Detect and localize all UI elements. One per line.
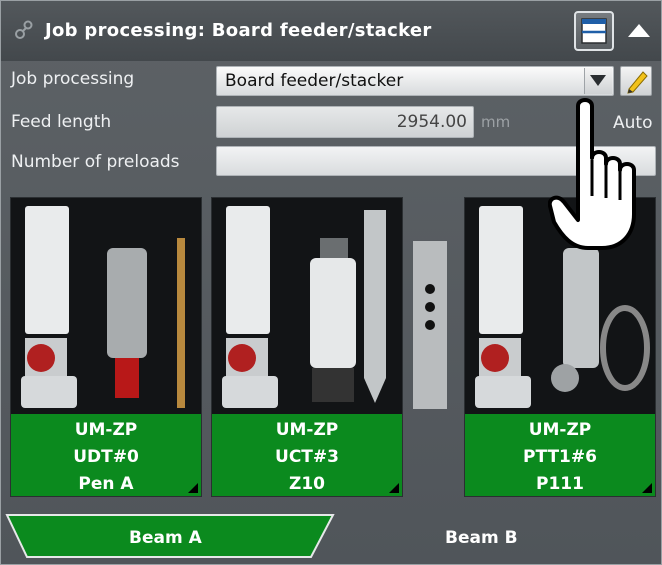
pencil-icon bbox=[627, 71, 648, 94]
tool-card-udt[interactable]: UM-ZP UDT#0 Pen A bbox=[10, 197, 202, 497]
cutting-tool-image bbox=[222, 206, 386, 408]
collapse-up-icon[interactable] bbox=[623, 15, 655, 47]
feed-length-value: 2954.00 bbox=[396, 112, 467, 132]
chevron-down-icon bbox=[590, 75, 606, 86]
panel-title: Job processing: Board feeder/stacker bbox=[45, 20, 432, 41]
tool-card-label: UM-ZP UDT#0 Pen A bbox=[11, 414, 201, 496]
feed-length-unit: mm bbox=[481, 113, 511, 131]
bit-holder-image bbox=[413, 241, 447, 409]
dropdown-button[interactable] bbox=[584, 68, 612, 94]
tab-beam-a[interactable]: Beam A bbox=[129, 528, 202, 548]
corner-marker-icon bbox=[188, 483, 198, 493]
pen-tool-image bbox=[21, 206, 185, 408]
edit-button[interactable] bbox=[620, 66, 652, 96]
layout-button[interactable] bbox=[574, 11, 614, 51]
tool-id: UCT#3 bbox=[275, 447, 339, 467]
job-processing-label: Job processing bbox=[11, 69, 135, 89]
tool-name: Pen A bbox=[78, 474, 134, 494]
tool-id: PTT1#6 bbox=[523, 447, 597, 467]
feed-length-input[interactable]: 2954.00 bbox=[216, 106, 474, 138]
feed-length-label: Feed length bbox=[11, 112, 112, 132]
tool-family: UM-ZP bbox=[275, 420, 339, 440]
job-processing-select[interactable]: Board feeder/stacker bbox=[216, 66, 614, 96]
job-processing-panel: Job processing: Board feeder/stacker Job… bbox=[0, 0, 662, 565]
beam-tabs: Beam A Beam B bbox=[1, 509, 661, 565]
tool-id: UDT#0 bbox=[73, 447, 139, 467]
tool-name: P111 bbox=[536, 474, 584, 494]
panel-header: Job processing: Board feeder/stacker bbox=[1, 1, 661, 61]
tool-card-label: UM-ZP UCT#3 Z10 bbox=[212, 414, 402, 496]
tool-card-label: UM-ZP PTT1#6 P111 bbox=[465, 414, 655, 496]
hand-pointer-icon bbox=[548, 98, 636, 250]
preloads-label: Number of preloads bbox=[11, 152, 180, 172]
corner-marker-icon bbox=[642, 483, 652, 493]
tool-card-uct[interactable]: UM-ZP UCT#3 Z10 bbox=[211, 197, 403, 497]
link-icon bbox=[15, 20, 33, 39]
corner-marker-icon bbox=[389, 483, 399, 493]
job-processing-value: Board feeder/stacker bbox=[225, 71, 404, 91]
tool-name: Z10 bbox=[289, 474, 325, 494]
tab-beam-b[interactable]: Beam B bbox=[445, 528, 518, 548]
tool-family: UM-ZP bbox=[74, 420, 138, 440]
window-layout-icon bbox=[581, 18, 607, 44]
tool-family: UM-ZP bbox=[528, 420, 592, 440]
